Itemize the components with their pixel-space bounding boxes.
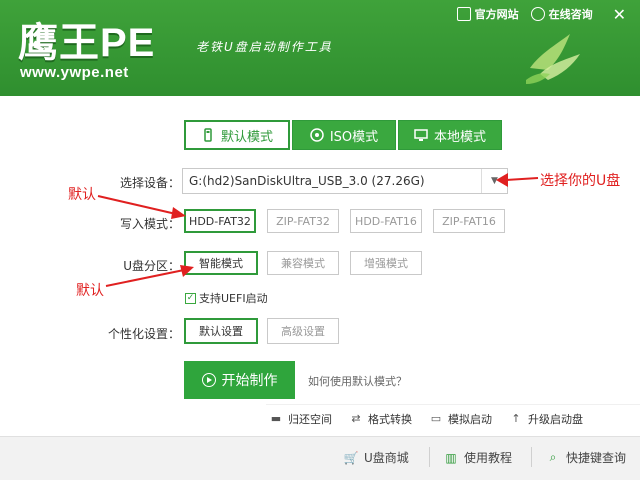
footer-bar: 🛒 U盘商城 ▥ 使用教程 ⌕ 快捷键查询 bbox=[0, 436, 640, 480]
annotation-arrow-2 bbox=[105, 265, 194, 287]
tool-restore-space[interactable]: ▬ 归还空间 bbox=[270, 411, 332, 427]
cart-icon: 🛒 bbox=[343, 450, 359, 465]
start-label: 开始制作 bbox=[221, 373, 278, 389]
mode-tabs: 默认模式 ISO模式 本地模式 bbox=[184, 120, 504, 150]
book-icon: ▥ bbox=[445, 450, 457, 465]
usb-icon bbox=[204, 128, 212, 142]
footer-shortcut-query[interactable]: ⌕ 快捷键查询 bbox=[546, 449, 626, 466]
tab-local-mode[interactable]: 本地模式 bbox=[398, 120, 502, 150]
tool-format-convert[interactable]: ⇄ 格式转换 bbox=[350, 411, 412, 427]
annotation-choose-usb: 选择你的U盘 bbox=[540, 173, 621, 189]
disc-icon bbox=[310, 128, 324, 142]
start-making-button[interactable]: 开始制作 bbox=[184, 361, 295, 399]
annotation-arrow-3 bbox=[496, 173, 539, 187]
monitor-icon: ▭ bbox=[430, 412, 442, 425]
annotation-default-2: 默认 bbox=[76, 283, 104, 299]
uefi-checkbox[interactable]: ✓ 支持UEFI启动 bbox=[185, 290, 268, 306]
write-mode-zip-fat16[interactable]: ZIP-FAT16 bbox=[433, 209, 505, 233]
device-value: G:(hd2)SanDiskUltra_USB_3.0 (27.26G) bbox=[189, 174, 425, 188]
divider bbox=[429, 447, 430, 467]
tool-label: 归还空间 bbox=[288, 412, 332, 426]
online-consult-label: 在线咨询 bbox=[548, 8, 593, 21]
write-mode-zip-fat32[interactable]: ZIP-FAT32 bbox=[267, 209, 339, 233]
device-label: 选择设备： bbox=[119, 176, 180, 190]
footer-label: 快捷键查询 bbox=[566, 451, 627, 465]
write-mode-hdd-fat32[interactable]: HDD-FAT32 bbox=[184, 209, 256, 233]
device-select[interactable]: G:(hd2)SanDiskUltra_USB_3.0 (27.26G) ▼ bbox=[182, 168, 508, 194]
footer-usb-store[interactable]: 🛒 U盘商城 bbox=[344, 449, 409, 466]
home-icon bbox=[456, 7, 471, 21]
annotation-default-1: 默认 bbox=[68, 187, 96, 203]
partition-compat-mode[interactable]: 兼容模式 bbox=[267, 251, 339, 275]
official-site-label: 官方网站 bbox=[474, 8, 519, 21]
footer-label: 使用教程 bbox=[464, 451, 513, 465]
bird-logo-icon bbox=[526, 34, 580, 84]
write-mode-hdd-fat16[interactable]: HDD-FAT16 bbox=[350, 209, 422, 233]
tool-simulate-boot[interactable]: ▭ 模拟启动 bbox=[430, 411, 492, 427]
tab-label: ISO模式 bbox=[329, 129, 379, 145]
close-button[interactable]: ✕ bbox=[599, 0, 640, 28]
upload-icon: ↑ bbox=[511, 412, 521, 425]
partition-enhanced-mode[interactable]: 增强模式 bbox=[350, 251, 422, 275]
headset-icon bbox=[530, 7, 545, 21]
shuffle-icon: ⇄ bbox=[351, 412, 361, 425]
header-banner: 鹰王PE www.ywpe.net 老铁U盘启动制作工具 官方网站 在线咨询 ✕ bbox=[0, 0, 640, 96]
tools-bar: ▬ 归还空间 ⇄ 格式转换 ▭ 模拟启动 ↑ 升级启动盘 bbox=[266, 404, 640, 432]
tool-upgrade-boot-disk[interactable]: ↑ 升级启动盘 bbox=[510, 411, 583, 427]
divider bbox=[531, 447, 532, 467]
tool-label: 模拟启动 bbox=[448, 412, 492, 426]
advanced-settings-button[interactable]: 高级设置 bbox=[267, 318, 339, 344]
default-settings-button[interactable]: 默认设置 bbox=[184, 318, 258, 344]
footer-tutorial[interactable]: ▥ 使用教程 bbox=[444, 449, 512, 466]
tab-label: 本地模式 bbox=[433, 129, 486, 145]
site-url: www.ywpe.net bbox=[20, 64, 129, 81]
app-logo: 鹰王PE bbox=[18, 21, 156, 65]
tab-label: 默认模式 bbox=[220, 129, 273, 145]
tab-default-mode[interactable]: 默认模式 bbox=[184, 120, 290, 150]
uefi-label: 支持UEFI启动 bbox=[199, 292, 268, 305]
annotation-arrow-1 bbox=[97, 195, 186, 219]
online-consult-button[interactable]: 在线咨询 bbox=[525, 0, 599, 28]
monitor-icon bbox=[414, 129, 428, 141]
tool-label: 格式转换 bbox=[368, 412, 412, 426]
search-icon: ⌕ bbox=[549, 450, 557, 464]
tab-iso-mode[interactable]: ISO模式 bbox=[292, 120, 396, 150]
eraser-icon: ▬ bbox=[270, 412, 282, 425]
play-icon bbox=[201, 373, 216, 387]
official-site-button[interactable]: 官方网站 bbox=[451, 0, 525, 28]
help-link[interactable]: 如何使用默认模式？ bbox=[308, 373, 407, 389]
tool-label: 升级启动盘 bbox=[528, 412, 583, 426]
footer-label: U盘商城 bbox=[364, 451, 409, 465]
personalize-label: 个性化设置： bbox=[107, 327, 180, 341]
checkbox-check-icon: ✓ bbox=[185, 292, 196, 304]
slogan: 老铁U盘启动制作工具 bbox=[196, 40, 333, 54]
